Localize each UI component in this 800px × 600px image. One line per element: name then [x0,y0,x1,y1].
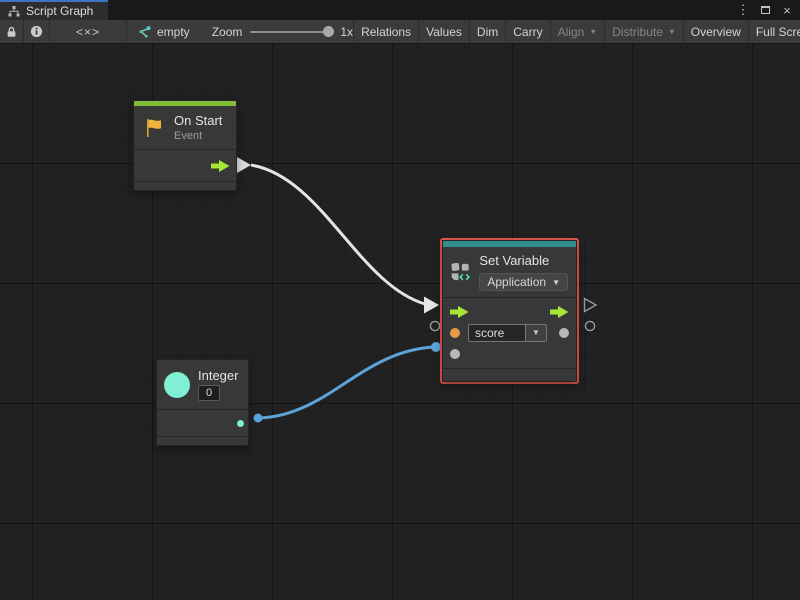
zoom-label: Zoom [212,25,243,39]
graph-toolbar: <×> empty Zoom 1x Relations Values Dim C… [0,20,800,44]
flow-output-port[interactable] [550,306,569,318]
flag-icon [142,116,166,140]
value-output-port[interactable] [559,328,569,338]
tab-title: Script Graph [26,4,93,18]
zoom-value: 1x [340,25,353,39]
graph-name-label: empty [157,25,190,39]
fullscreen-button[interactable]: Full Screen [749,20,800,43]
integer-output-port[interactable] [237,420,244,427]
code-icon: <×> [76,25,100,39]
input-port-marker[interactable] [430,321,439,330]
value-wire-start-dot[interactable] [254,414,263,423]
integer-icon [164,372,190,398]
align-dropdown-button[interactable]: Align ▼ [551,20,606,43]
distribute-dropdown-button[interactable]: Distribute ▼ [605,20,684,43]
value-input-port[interactable] [450,349,460,359]
output-port-marker[interactable] [585,321,594,330]
window-menu-icon[interactable]: ⋮ [734,1,752,19]
variable-name-field[interactable]: score [468,324,526,342]
variable-scope-dropdown[interactable]: Application ▼ [479,273,568,291]
value-wire[interactable] [259,347,435,418]
node-subtitle: Event [174,130,222,142]
zoom-slider-handle[interactable] [323,26,334,37]
info-icon [30,25,43,38]
chevron-down-icon: ▼ [552,278,560,287]
relations-button[interactable]: Relations [354,20,419,43]
variable-name-input-port[interactable] [450,328,460,338]
wire-end-arrow[interactable] [424,297,439,314]
overview-button[interactable]: Overview [684,20,749,43]
node-title: Integer [198,368,238,383]
node-title: Set Variable [479,253,568,268]
info-button[interactable] [24,20,50,43]
variable-name-dropdown-button[interactable]: ▼ [526,324,547,342]
window-controls: ⋮ × [734,0,796,20]
node-integer[interactable]: Integer 0 [156,359,249,446]
graph-breadcrumb[interactable]: empty [127,20,198,43]
wire-start-arrow[interactable] [237,157,251,173]
zoom-control: Zoom 1x [198,20,353,43]
zoom-slider[interactable] [250,31,332,33]
carry-button[interactable]: Carry [506,20,550,43]
output-flow-port-marker[interactable] [585,299,597,312]
chevron-down-icon: ▼ [668,27,676,35]
node-title: On Start [174,113,222,128]
chevron-down-icon: ▼ [589,27,597,35]
maximize-icon[interactable] [756,1,774,19]
dim-button[interactable]: Dim [470,20,506,43]
selection-outline: Set Variable Application ▼ [440,238,579,384]
tab-script-graph[interactable]: Script Graph [0,0,108,20]
lock-button[interactable] [0,20,24,43]
values-button[interactable]: Values [419,20,470,43]
flow-output-port[interactable] [211,160,230,172]
chevron-down-icon: ▼ [532,328,540,337]
close-icon[interactable]: × [778,1,796,19]
graph-node-icon [137,25,152,39]
graph-hierarchy-icon [8,6,20,17]
control-wire[interactable] [251,165,425,304]
code-view-button[interactable]: <×> [50,20,127,43]
variable-name-select[interactable]: score ▼ [468,324,547,342]
graph-canvas[interactable]: On Start Event Integer 0 [0,44,800,600]
connections-layer [0,44,800,600]
node-on-start[interactable]: On Start Event [133,100,237,191]
toolbar-buttons: Relations Values Dim Carry Align ▼ Distr… [353,20,800,43]
node-set-variable[interactable]: Set Variable Application ▼ [442,240,577,382]
title-bar: Script Graph ⋮ × [0,0,800,20]
set-variable-icon [451,258,471,286]
flow-input-port[interactable] [450,306,469,318]
integer-value-field[interactable]: 0 [198,385,220,401]
lock-icon [6,26,17,38]
